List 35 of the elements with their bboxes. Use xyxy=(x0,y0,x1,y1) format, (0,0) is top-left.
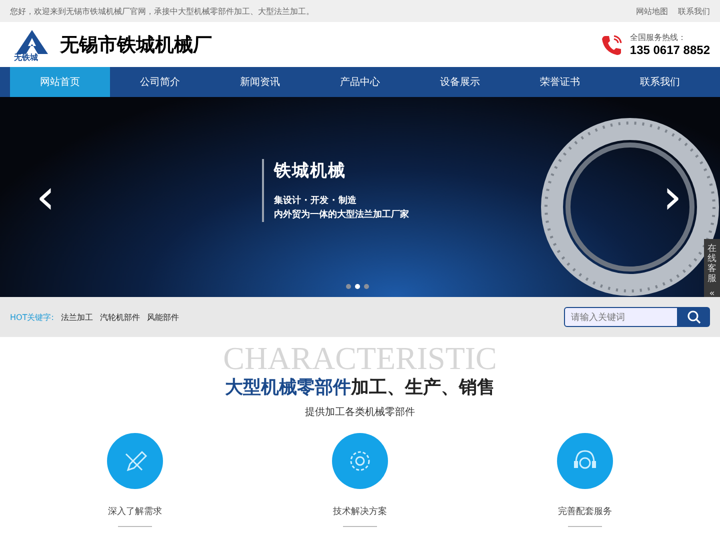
nav-tab[interactable]: 联系我们 xyxy=(610,67,710,97)
keyword-link[interactable]: 汽轮机部件 xyxy=(100,312,140,322)
nav-tab[interactable]: 产品中心 xyxy=(310,67,410,97)
title-highlight: 大型机械零部件 xyxy=(224,377,351,398)
slide-dot[interactable] xyxy=(346,284,351,289)
previous-slide-button[interactable]: ‹ xyxy=(36,179,56,215)
top-link[interactable]: 联系我们 xyxy=(678,6,710,16)
section-subtitle: 提供加工各类机械零部件 xyxy=(305,406,415,419)
phone-icon xyxy=(600,32,624,56)
welcome-text: 您好，欢迎来到无锡市铁城机械厂官网，承接中大型机械零部件加工、大型法兰加工。 xyxy=(10,6,314,16)
search-icon xyxy=(687,310,701,324)
hot-keywords-label: HOT关键字: xyxy=(10,312,54,322)
search-field[interactable]: 请输入关键词 xyxy=(564,307,678,327)
slide-dot[interactable] xyxy=(364,284,369,289)
top-link[interactable]: 网站地图 xyxy=(636,6,668,16)
nav-tab[interactable]: 新闻资讯 xyxy=(210,67,310,97)
hotline-label: 全国服务热线： xyxy=(630,32,687,43)
next-slide-button[interactable]: › xyxy=(662,179,682,215)
feature-label: 技术解决方案 xyxy=(333,505,387,518)
search-button[interactable] xyxy=(678,307,710,327)
banner-title: 铁城机械 xyxy=(274,160,347,182)
slide-dot[interactable] xyxy=(355,284,360,289)
nav-tab[interactable]: 荣誉证书 xyxy=(510,67,610,97)
online-service-tab[interactable]: 在线客服 « xyxy=(704,239,720,297)
keyword-link[interactable]: 风能部件 xyxy=(146,312,179,322)
title-text: 加工、生产、销售 xyxy=(350,377,495,398)
nav-tab[interactable]: 公司简介 xyxy=(110,67,210,97)
banner-line: 集设计 · 开发 · 制造 xyxy=(274,194,358,208)
banner-line: 内外贸为一体的大型法兰加工厂家 xyxy=(274,208,409,222)
hotline-number: 135 0617 8852 xyxy=(630,43,710,57)
nav-tab[interactable]: 设备展示 xyxy=(410,67,510,97)
company-name: 无锡市铁城机械厂 xyxy=(60,32,212,58)
feature-label: 深入了解需求 xyxy=(108,506,162,518)
keyword-link[interactable]: 法兰加工 xyxy=(60,312,93,322)
feature-label: 完善配套服务 xyxy=(558,505,612,518)
